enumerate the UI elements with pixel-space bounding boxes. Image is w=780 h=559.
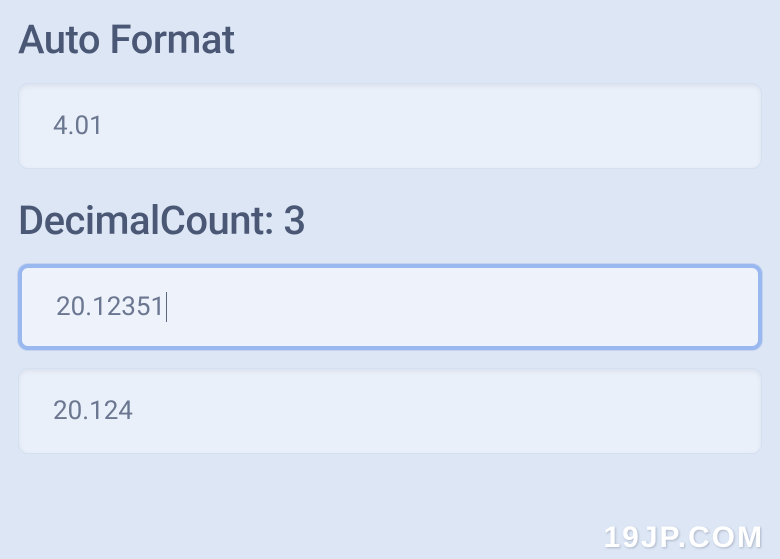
auto-format-heading: Auto Format bbox=[18, 16, 762, 63]
auto-format-field[interactable]: 4.01 bbox=[18, 83, 762, 169]
auto-format-value: 4.01 bbox=[53, 111, 104, 141]
decimal-count-input[interactable]: 20.12351 bbox=[18, 264, 762, 350]
auto-format-section: Auto Format 4.01 bbox=[18, 16, 762, 169]
decimal-count-input-value: 20.12351 bbox=[56, 292, 165, 322]
decimal-count-output-value: 20.124 bbox=[53, 396, 133, 426]
decimal-count-section: DecimalCount: 3 20.12351 20.124 bbox=[18, 197, 762, 454]
decimal-count-heading: DecimalCount: 3 bbox=[18, 197, 762, 244]
watermark: 19JP.COM bbox=[603, 521, 764, 555]
decimal-count-output[interactable]: 20.124 bbox=[18, 368, 762, 454]
text-caret bbox=[166, 292, 167, 322]
